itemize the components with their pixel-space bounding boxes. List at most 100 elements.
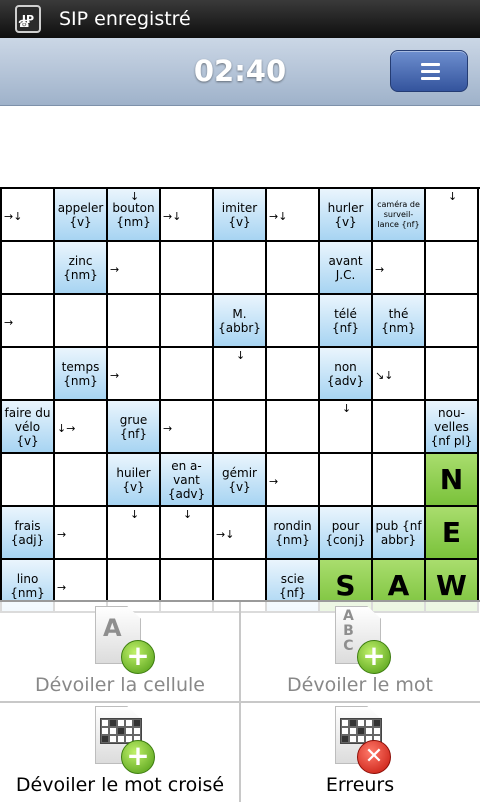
direction-arrow-icon: ↓ (448, 190, 458, 203)
clue-cell[interactable]: gémir {v} (214, 454, 267, 507)
clue-text: caméra de surveil- lance {nf} (377, 199, 420, 229)
grid-cell[interactable]: ↓ (161, 507, 214, 560)
clue-cell[interactable]: caméra de surveil- lance {nf} (373, 189, 426, 242)
grid-cell[interactable] (373, 454, 426, 507)
clue-cell[interactable]: thé {nm} (373, 295, 426, 348)
clue-text: huiler {v} (116, 465, 151, 494)
grid-cell[interactable] (161, 348, 214, 401)
grid-cell[interactable] (426, 242, 479, 295)
direction-arrow-icon: →↓ (269, 210, 288, 223)
reveal-word-button[interactable]: ABC + Dévoiler le mot (240, 602, 480, 702)
clue-cell[interactable]: imiter {v} (214, 189, 267, 242)
grid-cell[interactable]: → (2, 295, 55, 348)
menu-button[interactable] (390, 50, 468, 92)
status-title: SIP enregistré (59, 8, 191, 30)
clue-text: pour {conj} (325, 518, 366, 547)
clue-cell[interactable]: rondin {nm} (267, 507, 320, 560)
grid-cell[interactable] (267, 401, 320, 454)
direction-arrow-icon: → (163, 422, 173, 435)
direction-arrow-icon: →↓ (216, 528, 235, 541)
errors-label: Erreurs (325, 774, 395, 796)
grid-cell[interactable]: ↓→ (55, 401, 108, 454)
grid-cell[interactable]: →↓ (161, 189, 214, 242)
grid-cell[interactable]: →↓ (267, 189, 320, 242)
clue-cell[interactable]: non {adv} (320, 348, 373, 401)
grid-cell[interactable]: ↓ (214, 348, 267, 401)
clue-text: bouton {nm} (112, 200, 155, 229)
direction-arrow-icon: → (110, 369, 120, 382)
direction-arrow-icon: → (57, 581, 67, 594)
grid-cell[interactable] (320, 454, 373, 507)
grid-cell[interactable]: → (373, 242, 426, 295)
grid-cell[interactable] (2, 242, 55, 295)
grid-cell[interactable]: → (267, 454, 320, 507)
grid-cell[interactable] (267, 348, 320, 401)
grid-cell[interactable] (161, 295, 214, 348)
clue-cell[interactable]: M. {abbr} (214, 295, 267, 348)
grid-cell[interactable]: → (108, 242, 161, 295)
clue-cell[interactable]: pub {nf abbr} (373, 507, 426, 560)
letter-cell[interactable]: N (426, 454, 479, 507)
grid-cell[interactable]: ↓ (108, 507, 161, 560)
clue-text: télé {nf} (331, 306, 360, 335)
grid-cell[interactable] (55, 295, 108, 348)
direction-arrow-icon: → (375, 263, 385, 276)
clue-cell[interactable]: nou- velles {nf pl} (426, 401, 479, 454)
direction-arrow-icon: → (110, 263, 120, 276)
clue-cell[interactable]: faire du vélo {v} (2, 401, 55, 454)
direction-arrow-icon: ↓ (342, 402, 352, 415)
clue-cell[interactable]: bouton {nm} ↓ (108, 189, 161, 242)
grid-cell[interactable]: → (161, 401, 214, 454)
clue-cell[interactable]: télé {nf} (320, 295, 373, 348)
clue-cell[interactable]: grue {nf} (108, 401, 161, 454)
direction-arrow-icon: →↓ (4, 210, 23, 223)
clue-cell[interactable]: pour {conj} (320, 507, 373, 560)
clue-text: grue {nf} (119, 412, 148, 441)
grid-cell[interactable] (214, 242, 267, 295)
grid-cell[interactable] (373, 401, 426, 454)
direction-arrow-icon: ↓ (236, 349, 246, 362)
clue-cell[interactable]: en a- vant {adv} (161, 454, 214, 507)
direction-arrow-icon: ↓ (130, 190, 140, 203)
errors-button[interactable]: ✕ Erreurs (240, 702, 480, 802)
grid-cell[interactable] (426, 295, 479, 348)
grid-cell[interactable] (214, 401, 267, 454)
direction-arrow-icon: → (4, 316, 14, 329)
reveal-crossword-button[interactable]: + Dévoiler le mot croisé (0, 702, 240, 802)
reveal-word-label: Dévoiler le mot (287, 674, 433, 696)
letter-cell[interactable]: E (426, 507, 479, 560)
clue-text: gémir {v} (222, 465, 257, 494)
grid-cell[interactable] (108, 295, 161, 348)
reveal-cell-button[interactable]: A + Dévoiler la cellule (0, 602, 240, 702)
grid-cell[interactable] (267, 295, 320, 348)
grid-cell[interactable]: ↘↓ (373, 348, 426, 401)
clue-cell[interactable]: zinc {nm} (55, 242, 108, 295)
grid-cell[interactable]: → (55, 507, 108, 560)
grid-cell[interactable]: ↓ (426, 189, 479, 242)
clue-cell[interactable]: hurler {v} (320, 189, 373, 242)
grid-cell[interactable]: →↓ (2, 189, 55, 242)
grid-cell[interactable]: →↓ (214, 507, 267, 560)
clue-cell[interactable]: huiler {v} (108, 454, 161, 507)
clue-text: nou- velles {nf pl} (430, 405, 473, 448)
clue-text: temps {nm} (61, 359, 100, 388)
clue-cell[interactable]: avant J.C. (320, 242, 373, 295)
grid-cell[interactable] (267, 242, 320, 295)
grid-cell[interactable] (161, 242, 214, 295)
grid-cell[interactable] (55, 454, 108, 507)
grid-cell[interactable] (426, 348, 479, 401)
clue-cell[interactable]: frais {adj} (2, 507, 55, 560)
grid-cell[interactable] (2, 348, 55, 401)
reveal-crossword-label: Dévoiler le mot croisé (15, 774, 225, 796)
clue-text: M. {abbr} (218, 306, 261, 335)
action-menu: A + Dévoiler la cellule ABC + Dévoiler l… (0, 600, 480, 802)
grid-cell[interactable]: ↓ (320, 401, 373, 454)
sip-app-icon: IP ☎ (15, 5, 41, 33)
grid-cell[interactable]: → (108, 348, 161, 401)
clue-cell[interactable]: temps {nm} (55, 348, 108, 401)
clue-text: imiter {v} (221, 200, 258, 229)
status-bar: IP ☎ SIP enregistré (0, 0, 480, 38)
grid-cell[interactable] (2, 454, 55, 507)
clue-cell[interactable]: appeler {v} (55, 189, 108, 242)
direction-arrow-icon: ↓ (183, 508, 193, 521)
